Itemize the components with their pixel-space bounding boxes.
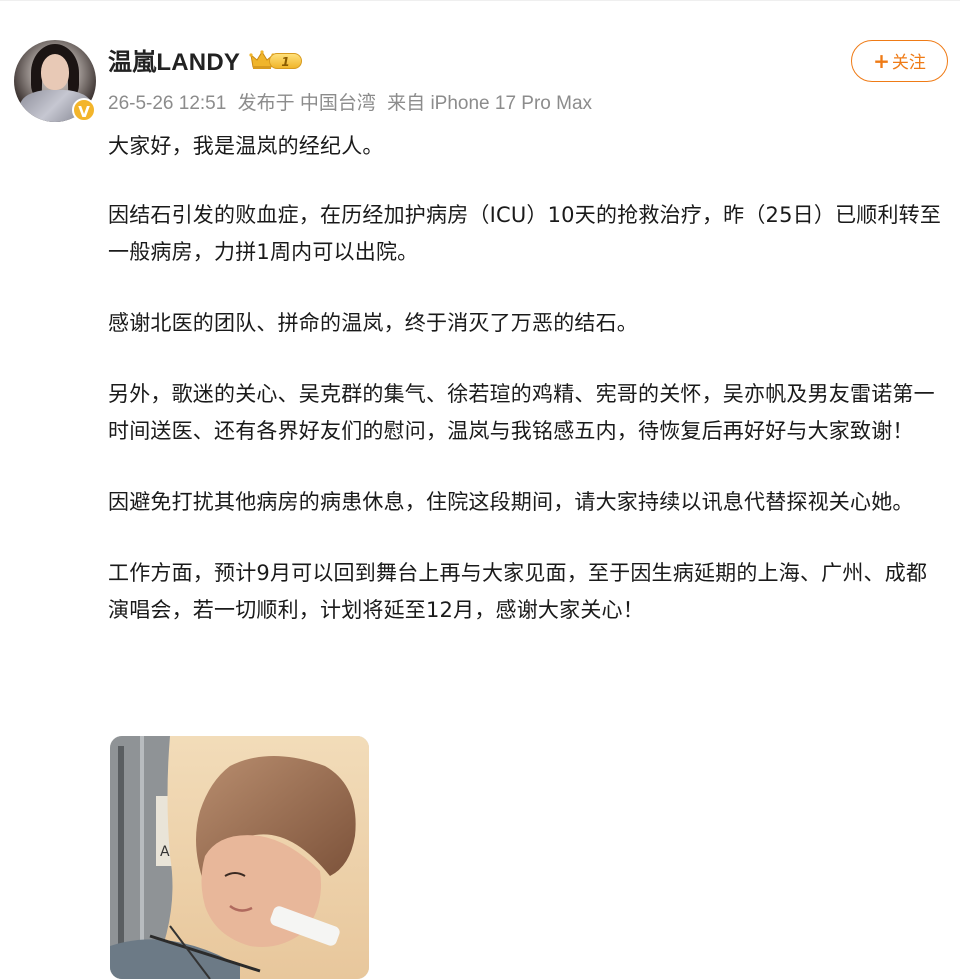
vip-level-badge[interactable]: 1 xyxy=(249,48,303,74)
post-time[interactable]: 26-5-26 12:51 xyxy=(108,93,226,114)
follow-button[interactable]: + 关注 xyxy=(851,40,948,82)
verified-icon: V xyxy=(72,98,96,122)
post-location: 发布于 中国台湾 xyxy=(237,93,376,114)
weibo-post: V 温嵐LANDY 1 26-5-26 12:51 发布于 中国台湾 来自 iP… xyxy=(0,0,960,979)
post-meta: 26-5-26 12:51 发布于 中国台湾 来自 iPhone 17 Pro … xyxy=(108,88,598,115)
avatar-face xyxy=(41,54,69,90)
post-source: 来自 iPhone 17 Pro Max xyxy=(387,93,593,114)
post-paragraph: 因避免打扰其他病房的病患休息，住院这段期间，请大家持续以讯息代替探视关心她。 xyxy=(108,490,914,514)
level-number: 1 xyxy=(269,53,302,69)
post-paragraph: 感谢北医的团队、拼命的温岚，终于消灭了万恶的结石。 xyxy=(108,311,638,335)
post-paragraph: 工作方面，预计9月可以回到舞台上再与大家见面，至于因生病延期的上海、广州、成都演… xyxy=(108,561,928,622)
follow-label: 关注 xyxy=(891,53,926,73)
post-paragraph: 因结石引发的败血症，在历经加护病房（ICU）10天的抢救治疗，昨（25日）已顺利… xyxy=(108,203,942,264)
post-content: 大家好，我是温岚的经纪人。 因结石引发的败血症，在历经加护病房（ICU）10天的… xyxy=(108,128,948,663)
post-photo[interactable]: AC xyxy=(110,736,369,979)
username[interactable]: 温嵐LANDY xyxy=(108,42,240,77)
plus-icon: + xyxy=(873,49,890,73)
post-paragraph: 另外，歌迷的关心、吴克群的集气、徐若瑄的鸡精、宪哥的关怀，吴亦帆及男友雷诺第一时… xyxy=(108,382,935,443)
hospital-photo: AC xyxy=(110,736,369,979)
top-divider xyxy=(0,0,960,1)
post-paragraph: 大家好，我是温岚的经纪人。 xyxy=(108,134,384,158)
